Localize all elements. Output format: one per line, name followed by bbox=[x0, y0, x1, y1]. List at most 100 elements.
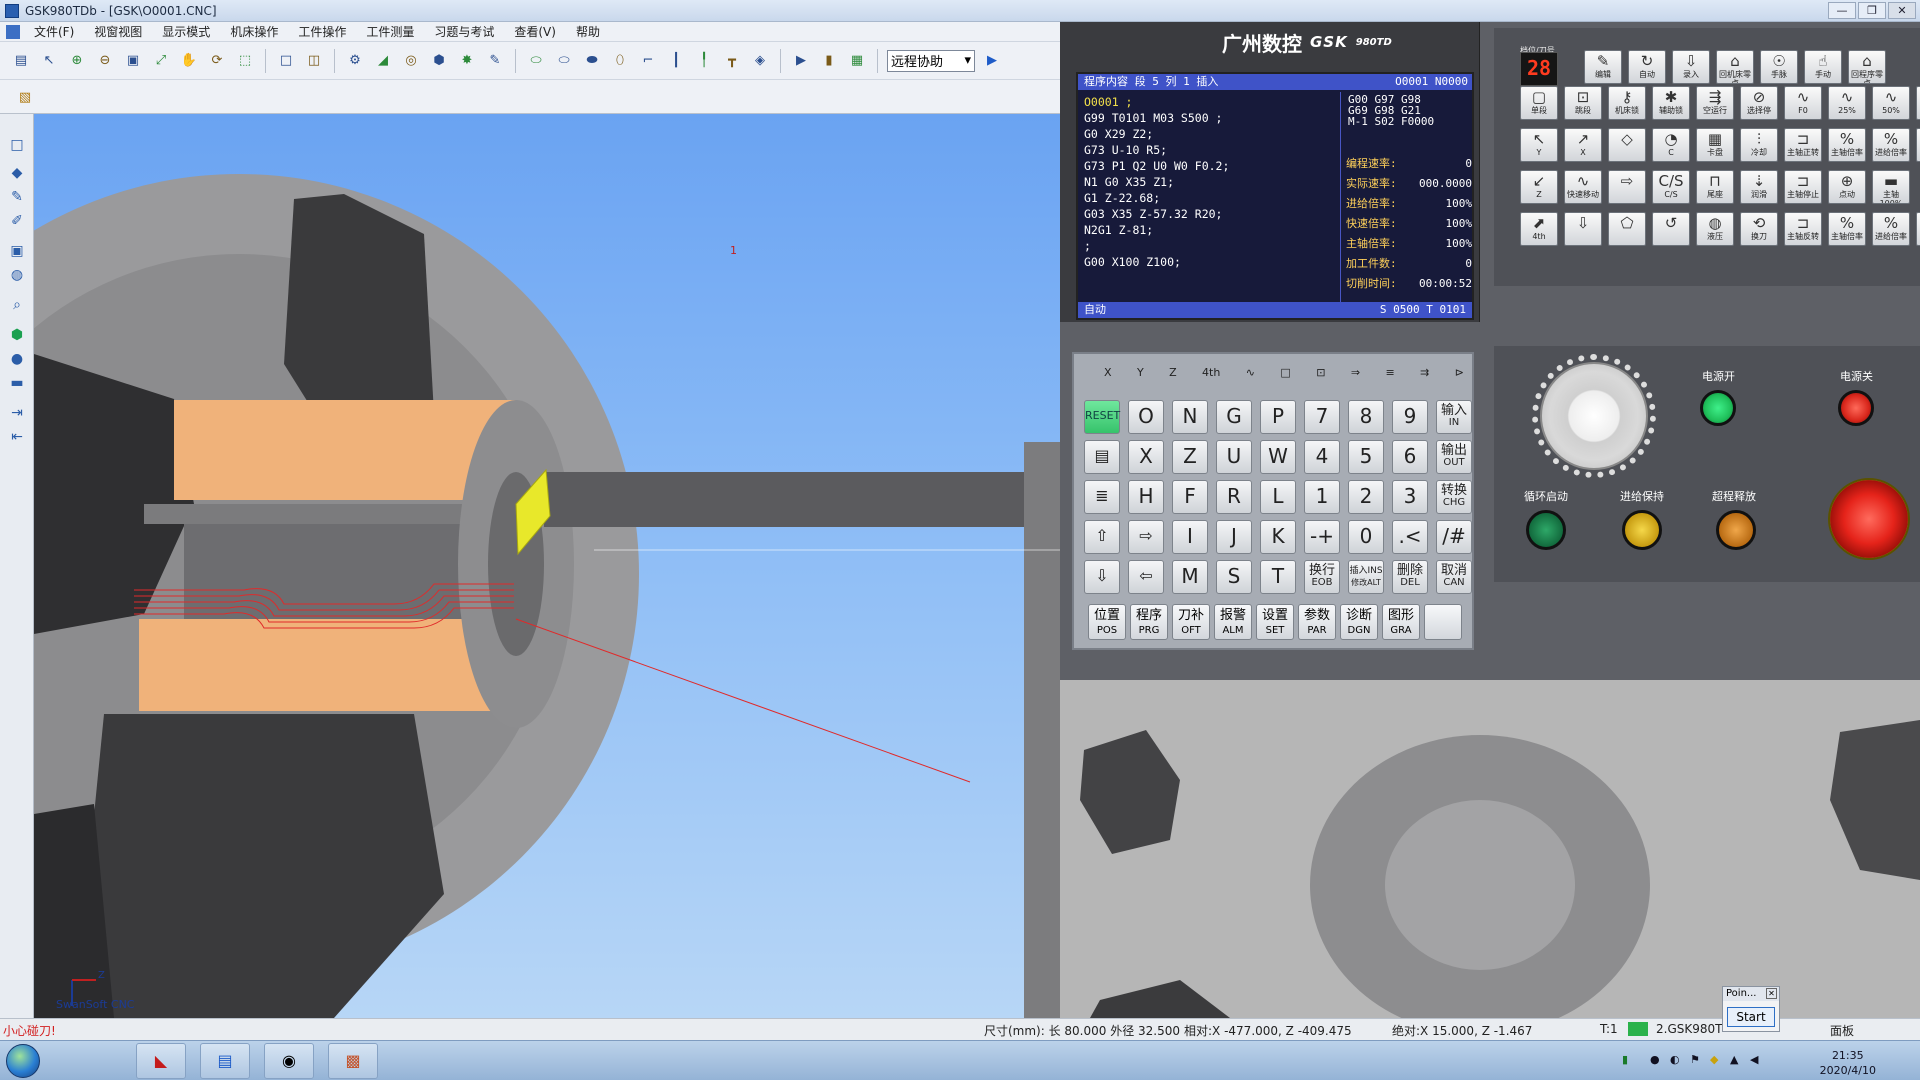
volume-icon[interactable]: ◀ bbox=[1750, 1053, 1758, 1066]
set-key[interactable]: 设置 SET bbox=[1256, 604, 1294, 640]
view-box-icon[interactable]: □ bbox=[6, 134, 28, 156]
cnc-sim-app-icon[interactable]: ▩ bbox=[328, 1043, 378, 1079]
pan-hand-icon[interactable]: ✋ bbox=[178, 50, 200, 72]
key-h[interactable]: H bbox=[1128, 480, 1164, 514]
security-icon[interactable]: ◆ bbox=[1710, 1053, 1718, 1066]
network-icon[interactable]: ◐ bbox=[1670, 1053, 1680, 1066]
key-2[interactable]: 2 bbox=[1348, 480, 1384, 514]
input-key[interactable]: 输入 IN bbox=[1436, 400, 1472, 434]
machine-button[interactable]: ∿ 快速移动 bbox=[1564, 170, 1602, 204]
battery-icon[interactable]: ▮ bbox=[1622, 1053, 1628, 1066]
axis-key-y[interactable]: Y bbox=[1137, 366, 1144, 379]
key-0[interactable]: 0 bbox=[1348, 520, 1384, 554]
machine-button[interactable]: ↗ X bbox=[1564, 128, 1602, 162]
blank-key[interactable] bbox=[1424, 604, 1462, 640]
app-tray-icon[interactable]: ● bbox=[1650, 1053, 1660, 1066]
zoom-in-icon[interactable]: ⊕ bbox=[66, 50, 88, 72]
signal-icon[interactable]: ▲ bbox=[1730, 1053, 1738, 1066]
par-key[interactable]: 参数 PAR bbox=[1298, 604, 1336, 640]
pos-key[interactable]: 位置 POS bbox=[1088, 604, 1126, 640]
key-l[interactable]: L bbox=[1260, 480, 1296, 514]
machine-button[interactable]: C/S C/S bbox=[1652, 170, 1690, 204]
menu-workpiece-ops[interactable]: 工件操作 bbox=[288, 23, 356, 40]
view-dropdown-icon[interactable]: ◫ bbox=[303, 50, 325, 72]
pointer-icon[interactable]: ↖ bbox=[38, 50, 60, 72]
arrow-left-icon[interactable]: ⇦ bbox=[1128, 560, 1164, 594]
key-g[interactable]: G bbox=[1216, 400, 1252, 434]
machine-button[interactable]: ⊐ 主轴正转 bbox=[1784, 128, 1822, 162]
key-8[interactable]: 8 bbox=[1348, 400, 1384, 434]
tool-6-icon[interactable]: ┃ bbox=[665, 50, 687, 72]
key-m[interactable]: M bbox=[1172, 560, 1208, 594]
rotate-icon[interactable]: ⟳ bbox=[206, 50, 228, 72]
chuck-icon[interactable]: ◎ bbox=[400, 50, 422, 72]
key-4[interactable]: 4 bbox=[1304, 440, 1340, 474]
menu-view-v[interactable]: 查看(V) bbox=[504, 23, 566, 40]
machine-button[interactable]: ∿ 50% bbox=[1872, 86, 1910, 120]
tool-9-icon[interactable]: ◈ bbox=[749, 50, 771, 72]
machine-button[interactable]: ✱ 辅助锁 bbox=[1652, 86, 1690, 120]
emergency-stop-button[interactable] bbox=[1828, 478, 1910, 560]
axis-key-b[interactable]: ⊡ bbox=[1316, 366, 1325, 379]
machine-button[interactable]: ↺ bbox=[1652, 212, 1690, 246]
overtravel-release-button[interactable] bbox=[1716, 510, 1756, 550]
axis-key-x[interactable]: X bbox=[1104, 366, 1112, 379]
axis-key-a[interactable]: □ bbox=[1280, 366, 1290, 379]
machine-button[interactable]: ↙ Z bbox=[1520, 170, 1558, 204]
override-dial[interactable] bbox=[1540, 362, 1648, 470]
power-off-button[interactable] bbox=[1838, 390, 1874, 426]
machine-button[interactable]: ☉ 手脉 bbox=[1760, 50, 1798, 84]
key-s[interactable]: S bbox=[1216, 560, 1252, 594]
key-f[interactable]: F bbox=[1172, 480, 1208, 514]
key-u[interactable]: U bbox=[1216, 440, 1252, 474]
record-icon[interactable]: ▮ bbox=[818, 50, 840, 72]
save-icon[interactable]: ▤ bbox=[10, 50, 32, 72]
key-w[interactable]: W bbox=[1260, 440, 1296, 474]
machine-button[interactable]: ↻ 自动 bbox=[1628, 50, 1666, 84]
tool-5-icon[interactable]: ⌐ bbox=[637, 50, 659, 72]
cut-icon[interactable]: ◢ bbox=[372, 50, 394, 72]
alm-key[interactable]: 报警 ALM bbox=[1214, 604, 1252, 640]
machine-button[interactable]: ⊡ 跳段 bbox=[1564, 86, 1602, 120]
machine-button[interactable]: ▭ bbox=[1916, 128, 1920, 162]
axis-key-d[interactable]: ≡ bbox=[1385, 366, 1394, 379]
tool-3-icon[interactable]: ⬬ bbox=[581, 50, 603, 72]
tool-7-icon[interactable]: ╿ bbox=[693, 50, 715, 72]
oft-key[interactable]: 刀补 OFT bbox=[1172, 604, 1210, 640]
close-icon[interactable]: ✕ bbox=[1766, 988, 1777, 999]
pdf-app-icon[interactable]: ◣ bbox=[136, 1043, 186, 1079]
page-list-icon[interactable]: ≣ bbox=[1084, 480, 1120, 514]
key-9[interactable]: 9 bbox=[1392, 400, 1428, 434]
cube-icon[interactable]: ⬢ bbox=[6, 324, 28, 346]
report-icon[interactable]: ▧ bbox=[14, 86, 36, 108]
key-p[interactable]: P bbox=[1260, 400, 1296, 434]
close-button[interactable]: ✕ bbox=[1888, 2, 1916, 19]
machine-button[interactable]: ☝ 手动 bbox=[1804, 50, 1842, 84]
tool-4-icon[interactable]: ⬯ bbox=[609, 50, 631, 72]
key-k[interactable]: K bbox=[1260, 520, 1296, 554]
camera-app-icon[interactable]: ◉ bbox=[264, 1043, 314, 1079]
machine-button[interactable]: ⌂ 回程序零点 bbox=[1848, 50, 1886, 84]
machine-button[interactable]: ⇶ 空运行 bbox=[1696, 86, 1734, 120]
cycle-start-button[interactable] bbox=[1526, 510, 1566, 550]
flag-icon[interactable]: ⚑ bbox=[1690, 1053, 1700, 1066]
sphere-icon[interactable]: ● bbox=[6, 348, 28, 370]
menu-help[interactable]: 帮助 bbox=[566, 23, 610, 40]
machine-button[interactable]: ◔ C bbox=[1652, 128, 1690, 162]
machine-button[interactable]: ⇨ bbox=[1608, 170, 1646, 204]
machine-button[interactable]: ⊓ 尾座 bbox=[1696, 170, 1734, 204]
key-r[interactable]: R bbox=[1216, 480, 1252, 514]
key-j[interactable]: J bbox=[1216, 520, 1252, 554]
machine-button[interactable]: ↖ Y bbox=[1520, 128, 1558, 162]
key-z[interactable]: Z bbox=[1172, 440, 1208, 474]
axis-key-e[interactable]: ⇉ bbox=[1420, 366, 1429, 379]
search-icon[interactable]: ⌕ bbox=[6, 294, 28, 316]
machine-button[interactable]: ⟲ 换刀 bbox=[1740, 212, 1778, 246]
camera-icon[interactable]: ▶ bbox=[790, 50, 812, 72]
workpiece-icon[interactable]: ⚙ bbox=[344, 50, 366, 72]
start-button[interactable]: Start bbox=[1727, 1007, 1775, 1027]
axis-key-4th[interactable]: 4th bbox=[1202, 366, 1220, 379]
front-view-icon[interactable]: □ bbox=[275, 50, 297, 72]
remote-assist-select[interactable]: 远程协助 ▾ bbox=[887, 49, 975, 72]
machine-button[interactable]: ∿ 25% bbox=[1828, 86, 1866, 120]
